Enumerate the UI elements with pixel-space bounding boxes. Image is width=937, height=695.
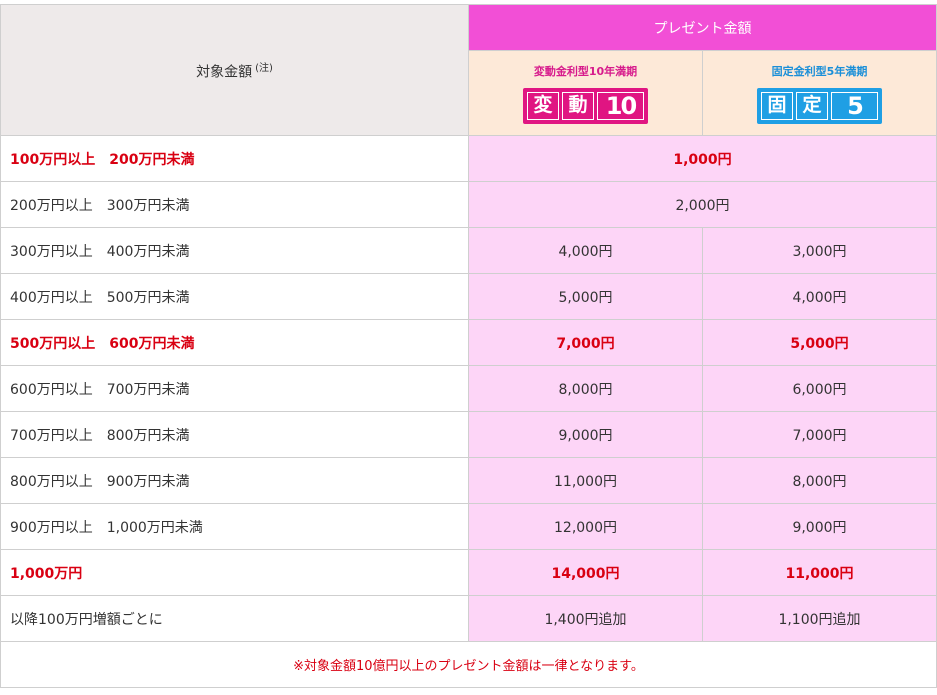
badge-char: 固 — [761, 91, 793, 120]
row-value-kotei: 6,000円 — [702, 365, 937, 412]
row-label: 500万円以上 600万円未満 — [0, 319, 469, 366]
row-label: 1,000万円 — [0, 549, 469, 596]
table-row: 200万円以上 300万円未満 2,000円 — [0, 181, 937, 228]
row-value-hendo: 1,400円追加 — [468, 595, 703, 642]
table-row: 300万円以上 400万円未満 4,000円 3,000円 — [0, 227, 937, 274]
target-amount-header: 対象金額 (注) — [0, 4, 469, 136]
row-label: 100万円以上 200万円未満 — [0, 135, 469, 182]
row-value-hendo: 4,000円 — [468, 227, 703, 274]
row-value-kotei: 3,000円 — [702, 227, 937, 274]
row-label: 700万円以上 800万円未満 — [0, 411, 469, 458]
plan-title-hendo: 変動金利型10年満期 — [533, 64, 638, 78]
badge-number: 5 — [831, 91, 878, 120]
row-value-hendo: 8,000円 — [468, 365, 703, 412]
row-value-kotei: 7,000円 — [702, 411, 937, 458]
row-value-hendo: 9,000円 — [468, 411, 703, 458]
table-row: 1,000万円 14,000円 11,000円 — [0, 549, 937, 596]
row-label: 300万円以上 400万円未満 — [0, 227, 469, 274]
row-label: 900万円以上 1,000万円未満 — [0, 503, 469, 550]
row-value-hendo: 12,000円 — [468, 503, 703, 550]
row-label: 200万円以上 300万円未満 — [0, 181, 469, 228]
row-value-merged: 1,000円 — [468, 135, 937, 182]
table-row: 500万円以上 600万円未満 7,000円 5,000円 — [0, 319, 937, 366]
present-table-container: 対象金額 (注) プレゼント金額 変動金利型10年満期 変 動 10 固定金利型5… — [0, 0, 937, 695]
row-value-kotei: 9,000円 — [702, 503, 937, 550]
footnote: ※対象金額10億円以上のプレゼント金額は一律となります。 — [0, 641, 937, 688]
table-row: 700万円以上 800万円未満 9,000円 7,000円 — [0, 411, 937, 458]
badge-number: 10 — [597, 91, 644, 120]
table-row: 800万円以上 900万円未満 11,000円 8,000円 — [0, 457, 937, 504]
row-value-kotei: 5,000円 — [702, 319, 937, 366]
badge-char: 定 — [796, 91, 828, 120]
present-amount-header: プレゼント金額 — [468, 4, 937, 51]
present-amount-table: 対象金額 (注) プレゼント金額 変動金利型10年満期 変 動 10 固定金利型5… — [0, 4, 937, 688]
hendo-10-badge-icon: 変 動 10 — [523, 87, 648, 124]
plan-header-hendo: 変動金利型10年満期 変 動 10 — [468, 50, 703, 136]
row-value-kotei: 8,000円 — [702, 457, 937, 504]
table-row: 100万円以上 200万円未満 1,000円 — [0, 135, 937, 182]
row-value-merged: 2,000円 — [468, 181, 937, 228]
row-label: 600万円以上 700万円未満 — [0, 365, 469, 412]
row-label: 400万円以上 500万円未満 — [0, 273, 469, 320]
row-value-hendo: 5,000円 — [468, 273, 703, 320]
table-row: 以降100万円増額ごとに 1,400円追加 1,100円追加 — [0, 595, 937, 642]
table-row: 900万円以上 1,000万円未満 12,000円 9,000円 — [0, 503, 937, 550]
plan-header-kotei: 固定金利型5年満期 固 定 5 — [702, 50, 937, 136]
row-label: 以降100万円増額ごとに — [0, 595, 469, 642]
row-value-hendo: 7,000円 — [468, 319, 703, 366]
row-value-kotei: 1,100円追加 — [702, 595, 937, 642]
row-value-kotei: 11,000円 — [702, 549, 937, 596]
row-value-hendo: 11,000円 — [468, 457, 703, 504]
target-amount-note: (注) — [255, 62, 273, 74]
row-label: 800万円以上 900万円未満 — [0, 457, 469, 504]
table-row: 400万円以上 500万円未満 5,000円 4,000円 — [0, 273, 937, 320]
row-value-hendo: 14,000円 — [468, 549, 703, 596]
badge-char: 変 — [527, 91, 559, 120]
badge-char: 動 — [562, 91, 594, 120]
kotei-5-badge-icon: 固 定 5 — [757, 87, 882, 124]
target-amount-label: 対象金額 — [196, 64, 253, 81]
plan-title-kotei: 固定金利型5年満期 — [771, 64, 868, 78]
table-row: 600万円以上 700万円未満 8,000円 6,000円 — [0, 365, 937, 412]
row-value-kotei: 4,000円 — [702, 273, 937, 320]
